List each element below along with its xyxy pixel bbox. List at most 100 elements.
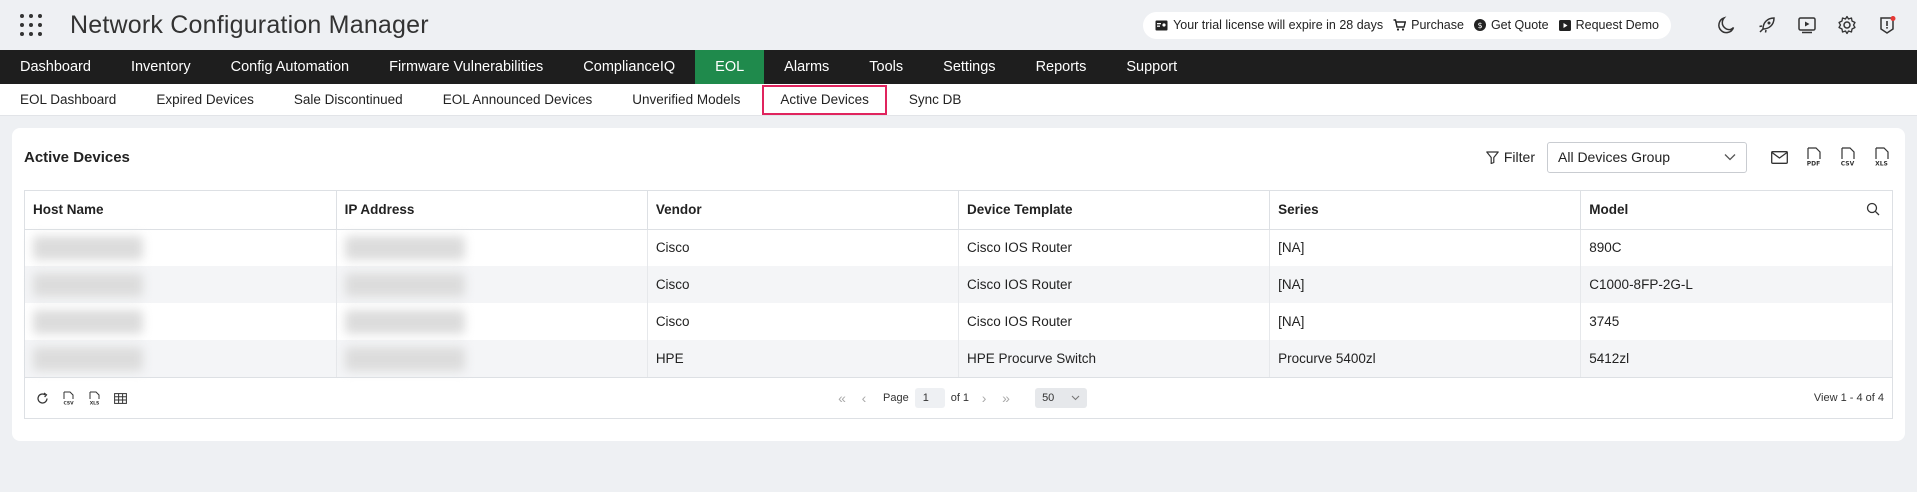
last-page-icon[interactable]: » [997, 390, 1015, 406]
pdf-export-icon[interactable]: PDF [1801, 145, 1825, 169]
alert-notification-icon[interactable] [1875, 13, 1899, 37]
table-header-row: Host Name IP Address Vendor Device Templ… [25, 191, 1892, 230]
series-cell: Procurve 5400zl [1269, 340, 1582, 377]
nav-item-inventory[interactable]: Inventory [111, 50, 211, 84]
filter-icon [1486, 150, 1499, 164]
active-devices-panel: Active Devices Filter All Devices Group … [12, 128, 1905, 441]
redacted-ip-address [344, 346, 465, 371]
trial-license-notice[interactable]: Your trial license will expire in 28 day… [1155, 18, 1383, 32]
device-group-select[interactable]: All Devices Group [1547, 141, 1747, 173]
device-template-cell: Cisco IOS Router [958, 303, 1271, 340]
svg-text:$: $ [1477, 21, 1482, 30]
purchase-link[interactable]: Purchase [1393, 18, 1464, 32]
nav-item-tools[interactable]: Tools [849, 50, 923, 84]
trial-message: Your trial license will expire in 28 day… [1173, 18, 1384, 32]
model-cell: C1000-8FP-2G-L [1580, 266, 1892, 303]
column-header-model-label: Model [1589, 202, 1629, 218]
column-header-device-template[interactable]: Device Template [958, 191, 1271, 230]
redacted-ip-address [344, 309, 465, 334]
purchase-label: Purchase [1411, 18, 1464, 32]
csv-export-icon[interactable]: CSV [1835, 145, 1859, 169]
nav-item-reports[interactable]: Reports [1016, 50, 1107, 84]
csv-download-icon[interactable]: CSV [59, 389, 77, 407]
page-number-input[interactable] [914, 388, 945, 408]
first-page-icon[interactable]: « [833, 390, 851, 406]
nav-item-config-automation[interactable]: Config Automation [211, 50, 370, 84]
vendor-cell: HPE [647, 340, 959, 377]
host-name-cell [25, 303, 337, 340]
nav-item-alarms[interactable]: Alarms [764, 50, 849, 84]
nav-item-dashboard[interactable]: Dashboard [0, 50, 111, 84]
app-title: Network Configuration Manager [70, 10, 429, 39]
video-icon[interactable] [1795, 13, 1819, 37]
redacted-host-name [33, 272, 143, 297]
dollar-icon: $ [1473, 19, 1486, 31]
svg-text:XLS: XLS [1875, 161, 1888, 168]
vendor-cell: Cisco [647, 229, 959, 266]
panel-title: Active Devices [24, 148, 130, 166]
nav-item-settings[interactable]: Settings [923, 50, 1015, 84]
device-group-value: All Devices Group [1558, 149, 1671, 165]
nav-item-firmware-vulnerabilities[interactable]: Firmware Vulnerabilities [369, 50, 563, 84]
grid-footer: CSV XLS « ‹ Page of 1 › » 50 [25, 377, 1892, 418]
column-header-series[interactable]: Series [1269, 191, 1582, 230]
page-total-label: of 1 [950, 392, 970, 404]
nav-item-eol[interactable]: EOL [695, 50, 765, 84]
filter-button[interactable]: Filter [1486, 149, 1535, 165]
rocket-icon[interactable] [1755, 13, 1779, 37]
ip-address-cell [336, 229, 648, 266]
refresh-icon[interactable] [33, 389, 51, 407]
ip-address-cell [336, 266, 648, 303]
redacted-host-name [33, 309, 143, 334]
tab-expired-devices[interactable]: Expired Devices [136, 84, 274, 116]
table-row[interactable]: Cisco Cisco IOS Router [NA] C1000-8FP-2G… [25, 266, 1892, 303]
pagination: « ‹ Page of 1 › » 50 [833, 388, 1088, 408]
xls-download-icon[interactable]: XLS [85, 389, 103, 407]
series-cell: [NA] [1269, 303, 1582, 340]
tab-eol-announced-devices[interactable]: EOL Announced Devices [423, 84, 613, 116]
column-header-host-name[interactable]: Host Name [25, 191, 337, 230]
previous-page-icon[interactable]: ‹ [855, 390, 873, 406]
next-page-icon[interactable]: › [975, 390, 993, 406]
host-name-cell [25, 229, 337, 266]
column-header-model[interactable]: Model [1580, 191, 1892, 230]
devices-table: Host Name IP Address Vendor Device Templ… [25, 191, 1892, 377]
tab-unverified-models[interactable]: Unverified Models [612, 84, 760, 116]
tab-sale-discontinued[interactable]: Sale Discontinued [274, 84, 423, 116]
table-row[interactable]: Cisco Cisco IOS Router [NA] 890C [25, 229, 1892, 266]
tab-eol-dashboard[interactable]: EOL Dashboard [0, 84, 136, 116]
tab-sync-db[interactable]: Sync DB [889, 84, 982, 116]
model-cell: 5412zl [1580, 340, 1892, 377]
rows-per-page-value: 50 [1042, 392, 1055, 404]
demo-icon [1558, 19, 1571, 31]
device-template-cell: HPE Procurve Switch [958, 340, 1271, 377]
cart-icon [1393, 19, 1407, 31]
main-navigation: Dashboard Inventory Config Automation Fi… [0, 50, 1917, 84]
vendor-cell: Cisco [647, 266, 959, 303]
nav-item-complianceiq[interactable]: ComplianceIQ [563, 50, 695, 84]
tab-active-devices[interactable]: Active Devices [762, 84, 887, 115]
trial-banner: Your trial license will expire in 28 day… [1143, 11, 1671, 39]
svg-text:CSV: CSV [1840, 161, 1854, 168]
get-quote-link[interactable]: $ Get Quote [1473, 18, 1549, 32]
email-icon[interactable] [1767, 145, 1791, 169]
request-demo-label: Request Demo [1575, 18, 1659, 32]
column-header-ip-address[interactable]: IP Address [336, 191, 648, 230]
search-icon[interactable] [1866, 202, 1880, 216]
svg-text:CSV: CSV [63, 401, 74, 406]
svg-text:PDF: PDF [1806, 161, 1819, 168]
settings-gear-icon[interactable] [1835, 13, 1859, 37]
apps-grid-icon[interactable] [18, 12, 44, 38]
redacted-host-name [33, 235, 143, 260]
table-row[interactable]: Cisco Cisco IOS Router [NA] 3745 [25, 303, 1892, 340]
xls-export-icon[interactable]: XLS [1869, 145, 1893, 169]
column-chooser-icon[interactable] [111, 389, 129, 407]
request-demo-link[interactable]: Request Demo [1558, 18, 1659, 32]
nav-item-support[interactable]: Support [1106, 50, 1197, 84]
dark-mode-icon[interactable] [1715, 13, 1739, 37]
column-header-vendor[interactable]: Vendor [647, 191, 959, 230]
rows-per-page-select[interactable]: 50 [1035, 388, 1088, 408]
series-cell: [NA] [1269, 266, 1582, 303]
device-template-cell: Cisco IOS Router [958, 266, 1271, 303]
table-row[interactable]: HPE HPE Procurve Switch Procurve 5400zl … [25, 340, 1892, 377]
